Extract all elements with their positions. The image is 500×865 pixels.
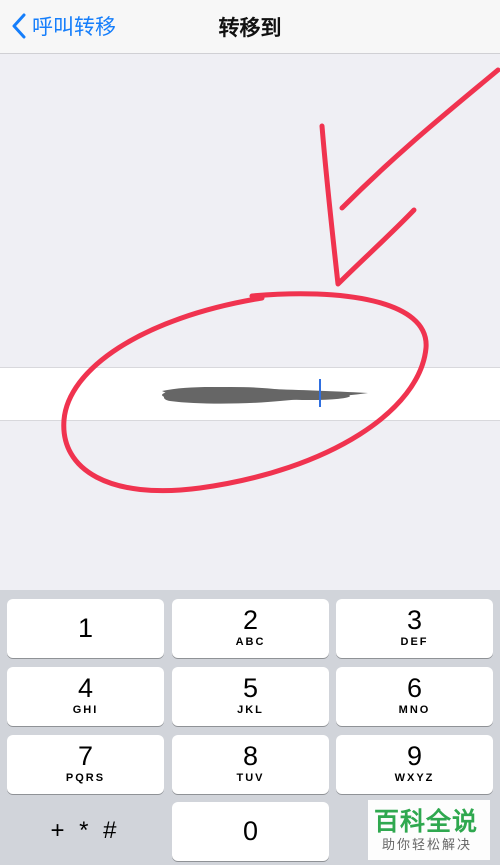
key-digit: 3 [406, 605, 423, 635]
numeric-keypad: 1 2 ABC 3 DEF 4 GHI 5 JKL 6 MNO 7 PQRS 8… [0, 590, 500, 865]
key-digit: 4 [77, 673, 94, 703]
key-letters: JKL [237, 704, 264, 716]
text-cursor [319, 379, 321, 407]
key-letters: PQRS [65, 772, 106, 784]
phone-number-input[interactable] [150, 376, 394, 414]
key-letters: GHI [72, 704, 99, 716]
key-4[interactable]: 4 GHI [7, 667, 164, 726]
key-digit: 6 [406, 673, 423, 703]
key-digit: 8 [242, 741, 259, 771]
page-title: 转移到 [218, 16, 282, 40]
key-digit: 2 [242, 605, 259, 635]
key-digit: 1 [77, 613, 94, 643]
key-3[interactable]: 3 DEF [336, 599, 493, 658]
key-2[interactable]: 2 ABC [172, 599, 329, 658]
annotation-arrow-head [319, 123, 417, 287]
navigation-bar: 呼叫转移 转移到 [0, 0, 500, 54]
key-6[interactable]: 6 MNO [336, 667, 493, 726]
key-letters: TUV [236, 772, 265, 784]
key-8[interactable]: 8 TUV [172, 735, 329, 794]
key-1[interactable]: 1 [7, 599, 164, 658]
key-0[interactable]: 0 [172, 802, 329, 861]
key-5[interactable]: 5 JKL [172, 667, 329, 726]
key-9[interactable]: 9 WXYZ [336, 735, 493, 794]
key-symbols-label: + * # [50, 817, 121, 844]
key-digit: 7 [77, 741, 94, 771]
key-plus-star-hash[interactable]: + * # [7, 802, 164, 861]
key-letters: MNO [398, 704, 431, 716]
key-digit: 0 [242, 816, 259, 846]
phone-number-row [0, 367, 500, 421]
key-letters: DEF [400, 636, 429, 648]
key-letters: ABC [235, 636, 266, 648]
key-letters: WXYZ [394, 772, 435, 784]
key-digit: 9 [406, 741, 423, 771]
key-digit: 5 [242, 673, 259, 703]
annotation-arrow-shaft [339, 67, 500, 211]
screen: 呼叫转移 转移到 1 2 ABC 3 DEF 4 GHI 5 JKL 6 MNO… [0, 0, 500, 865]
key-7[interactable]: 7 PQRS [7, 735, 164, 794]
